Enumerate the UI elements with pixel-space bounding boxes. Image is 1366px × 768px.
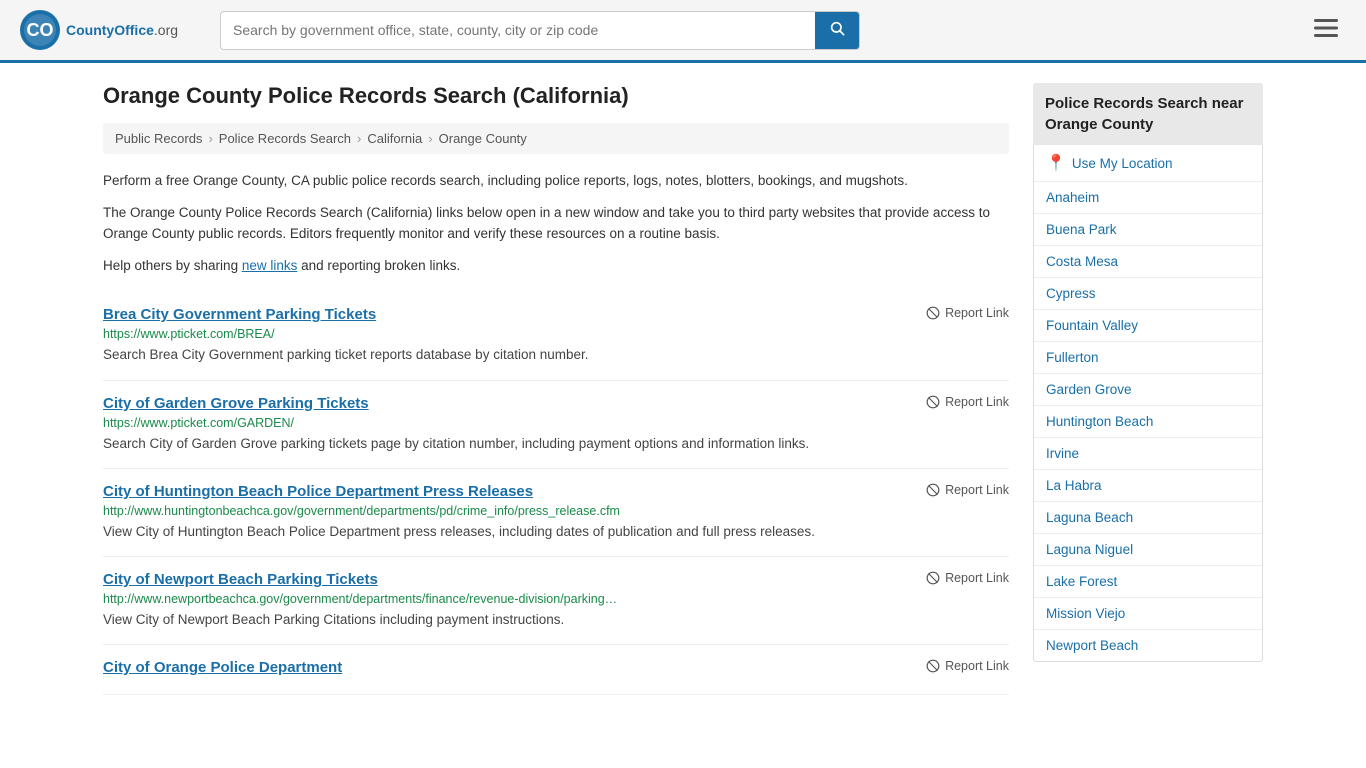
report-icon bbox=[926, 659, 940, 673]
page-title: Orange County Police Records Search (Cal… bbox=[103, 83, 1009, 109]
description-para3: Help others by sharing new links and rep… bbox=[103, 255, 1009, 277]
main-content: Orange County Police Records Search (Cal… bbox=[103, 83, 1009, 695]
result-desc: Search Brea City Government parking tick… bbox=[103, 345, 1009, 365]
pin-icon: 📍 bbox=[1046, 153, 1066, 173]
result-title[interactable]: City of Huntington Beach Police Departme… bbox=[103, 483, 533, 500]
results-list: Brea City Government Parking Tickets Rep… bbox=[103, 292, 1009, 695]
sidebar-title: Police Records Search near Orange County bbox=[1033, 83, 1263, 145]
result-desc: View City of Newport Beach Parking Citat… bbox=[103, 610, 1009, 630]
logo[interactable]: CO CountyOffice.org bbox=[20, 10, 200, 50]
breadcrumb-california[interactable]: California bbox=[367, 131, 422, 146]
result-desc: View City of Huntington Beach Police Dep… bbox=[103, 522, 1009, 542]
description-para1: Perform a free Orange County, CA public … bbox=[103, 170, 1009, 192]
sidebar-city-link[interactable]: Fullerton bbox=[1034, 342, 1262, 374]
logo-text: CountyOffice.org bbox=[66, 22, 178, 38]
breadcrumb-sep-1: › bbox=[208, 131, 212, 146]
sidebar-city-link[interactable]: Laguna Niguel bbox=[1034, 534, 1262, 566]
breadcrumb: Public Records › Police Records Search ›… bbox=[103, 123, 1009, 154]
sidebar: Police Records Search near Orange County… bbox=[1033, 83, 1263, 695]
sidebar-city-link[interactable]: Costa Mesa bbox=[1034, 246, 1262, 278]
result-url: https://www.pticket.com/BREA/ bbox=[103, 327, 1009, 341]
description-para2: The Orange County Police Records Search … bbox=[103, 202, 1009, 245]
report-icon bbox=[926, 306, 940, 320]
main-container: Orange County Police Records Search (Cal… bbox=[83, 63, 1283, 715]
use-location-label: Use My Location bbox=[1072, 156, 1173, 171]
sidebar-links-list: AnaheimBuena ParkCosta MesaCypressFounta… bbox=[1034, 182, 1262, 661]
sidebar-city-link[interactable]: La Habra bbox=[1034, 470, 1262, 502]
result-item: City of Newport Beach Parking Tickets Re… bbox=[103, 557, 1009, 645]
breadcrumb-public-records[interactable]: Public Records bbox=[115, 131, 202, 146]
report-icon bbox=[926, 483, 940, 497]
result-item: Brea City Government Parking Tickets Rep… bbox=[103, 292, 1009, 380]
breadcrumb-sep-3: › bbox=[428, 131, 432, 146]
breadcrumb-sep-2: › bbox=[357, 131, 361, 146]
report-link[interactable]: Report Link bbox=[926, 659, 1009, 673]
svg-text:CO: CO bbox=[27, 20, 54, 40]
sidebar-city-link[interactable]: Lake Forest bbox=[1034, 566, 1262, 598]
breadcrumb-police-records-search[interactable]: Police Records Search bbox=[219, 131, 351, 146]
hamburger-icon bbox=[1314, 19, 1338, 37]
result-url: http://www.huntingtonbeachca.gov/governm… bbox=[103, 504, 1009, 518]
sidebar-city-link[interactable]: Mission Viejo bbox=[1034, 598, 1262, 630]
sidebar-city-link[interactable]: Cypress bbox=[1034, 278, 1262, 310]
result-desc: Search City of Garden Grove parking tick… bbox=[103, 434, 1009, 454]
breadcrumb-orange-county[interactable]: Orange County bbox=[439, 131, 527, 146]
result-url: https://www.pticket.com/GARDEN/ bbox=[103, 416, 1009, 430]
site-header: CO CountyOffice.org bbox=[0, 0, 1366, 63]
result-url: http://www.newportbeachca.gov/government… bbox=[103, 592, 1009, 606]
report-icon bbox=[926, 571, 940, 585]
result-item: City of Orange Police Department Report … bbox=[103, 645, 1009, 695]
sidebar-links: 📍 Use My Location AnaheimBuena ParkCosta… bbox=[1033, 145, 1263, 662]
search-input[interactable] bbox=[221, 14, 815, 46]
sidebar-city-link[interactable]: Newport Beach bbox=[1034, 630, 1262, 661]
logo-icon: CO bbox=[20, 10, 60, 50]
sidebar-city-link[interactable]: Irvine bbox=[1034, 438, 1262, 470]
result-item: City of Huntington Beach Police Departme… bbox=[103, 469, 1009, 557]
report-link[interactable]: Report Link bbox=[926, 483, 1009, 497]
search-bar bbox=[220, 11, 860, 50]
report-link[interactable]: Report Link bbox=[926, 571, 1009, 585]
use-my-location[interactable]: 📍 Use My Location bbox=[1034, 145, 1262, 182]
sidebar-city-link[interactable]: Garden Grove bbox=[1034, 374, 1262, 406]
search-button[interactable] bbox=[815, 12, 859, 49]
menu-button[interactable] bbox=[1306, 13, 1346, 47]
report-link[interactable]: Report Link bbox=[926, 395, 1009, 409]
sidebar-city-link[interactable]: Laguna Beach bbox=[1034, 502, 1262, 534]
result-title[interactable]: Brea City Government Parking Tickets bbox=[103, 306, 376, 323]
sidebar-city-link[interactable]: Huntington Beach bbox=[1034, 406, 1262, 438]
sidebar-city-link[interactable]: Anaheim bbox=[1034, 182, 1262, 214]
report-link[interactable]: Report Link bbox=[926, 306, 1009, 320]
result-title[interactable]: City of Newport Beach Parking Tickets bbox=[103, 571, 378, 588]
sidebar-city-link[interactable]: Buena Park bbox=[1034, 214, 1262, 246]
new-links-link[interactable]: new links bbox=[242, 258, 298, 273]
result-title[interactable]: City of Garden Grove Parking Tickets bbox=[103, 395, 369, 412]
result-title[interactable]: City of Orange Police Department bbox=[103, 659, 342, 676]
report-icon bbox=[926, 395, 940, 409]
result-item: City of Garden Grove Parking Tickets Rep… bbox=[103, 381, 1009, 469]
sidebar-city-link[interactable]: Fountain Valley bbox=[1034, 310, 1262, 342]
search-icon bbox=[829, 20, 845, 36]
